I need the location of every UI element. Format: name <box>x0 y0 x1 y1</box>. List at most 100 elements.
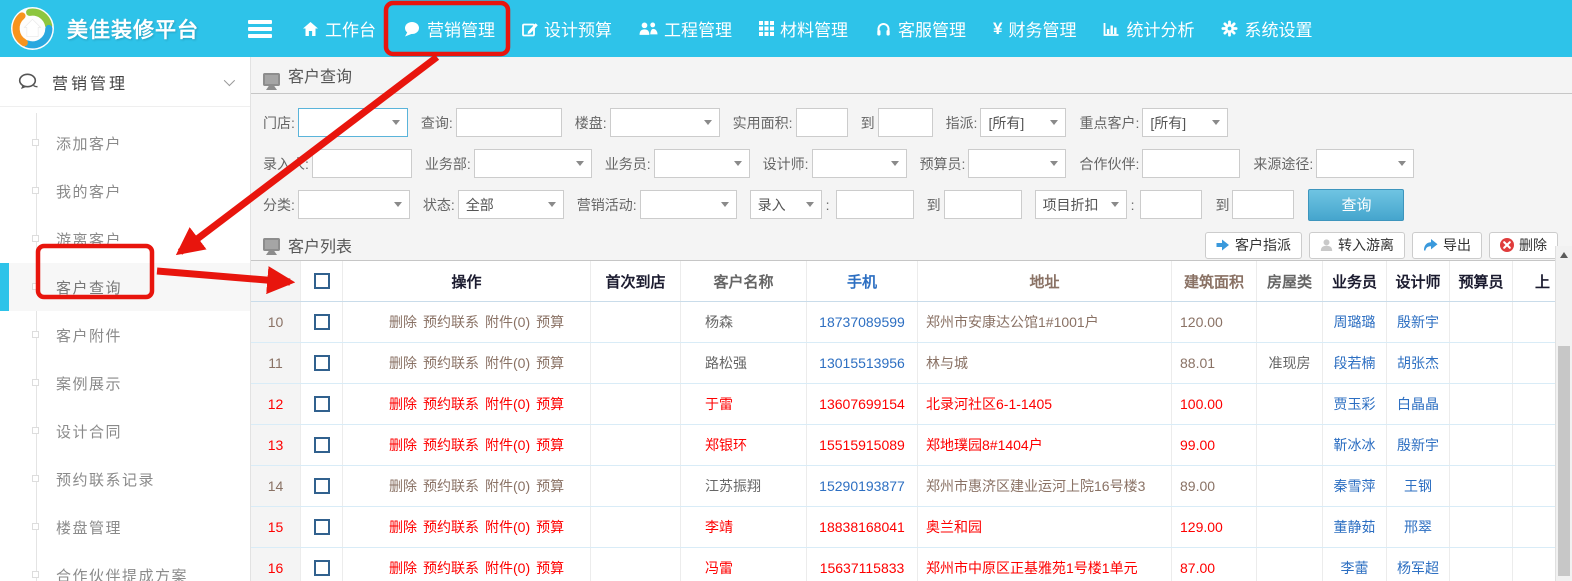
sidebar-item-case-display[interactable]: 案例展示 <box>0 359 250 407</box>
source-select[interactable] <box>1316 149 1414 178</box>
query-input[interactable] <box>456 108 562 137</box>
op-appointment-link[interactable]: 预约联系 <box>423 394 479 414</box>
row-checkbox[interactable] <box>314 560 330 576</box>
op-appointment-link[interactable]: 预约联系 <box>423 476 479 496</box>
op-appointment-link[interactable]: 预约联系 <box>423 558 479 578</box>
date-type-select[interactable]: 录入 <box>750 190 822 219</box>
usable-area-max-input[interactable] <box>878 108 933 137</box>
op-delete-link[interactable]: 删除 <box>389 476 417 496</box>
designer-link[interactable]: 殷新宇 <box>1397 312 1439 332</box>
assign-select[interactable]: [所有] <box>980 108 1066 137</box>
designer-link[interactable]: 邢翠 <box>1404 517 1432 537</box>
op-attachment-link[interactable]: 附件(0) <box>485 353 530 373</box>
search-button[interactable]: 查询 <box>1308 189 1404 221</box>
row-checkbox[interactable] <box>314 437 330 453</box>
op-appointment-link[interactable]: 预约联系 <box>423 353 479 373</box>
salesman-link[interactable]: 靳冰冰 <box>1334 435 1376 455</box>
salesman-link[interactable]: 秦雪萍 <box>1334 476 1376 496</box>
nav-item-finance[interactable]: ¥ 财务管理 <box>993 16 1076 41</box>
op-attachment-link[interactable]: 附件(0) <box>485 517 530 537</box>
nav-item-project[interactable]: 工程管理 <box>639 16 732 41</box>
store-select[interactable] <box>298 108 408 137</box>
scrollbar-thumb[interactable] <box>1558 346 1570 576</box>
sidebar-item-customer-query[interactable]: 客户查询 <box>0 263 250 311</box>
salesman-link[interactable]: 贾玉彩 <box>1334 394 1376 414</box>
nav-item-service[interactable]: 客服管理 <box>875 16 966 41</box>
op-delete-link[interactable]: 删除 <box>389 517 417 537</box>
op-budget-link[interactable]: 预算 <box>536 476 564 496</box>
row-checkbox[interactable] <box>314 355 330 371</box>
row-checkbox[interactable] <box>314 396 330 412</box>
sidebar-item-appointment-records[interactable]: 预约联系记录 <box>0 455 250 503</box>
usable-area-min-input[interactable] <box>796 108 848 137</box>
select-all-checkbox[interactable] <box>314 273 330 289</box>
delete-button[interactable]: 删除 <box>1489 232 1558 259</box>
date-to-input[interactable] <box>944 190 1022 219</box>
op-budget-link[interactable]: 预算 <box>536 558 564 578</box>
vip-select[interactable]: [所有] <box>1142 108 1228 137</box>
discount-from-input[interactable] <box>1140 190 1202 219</box>
op-delete-link[interactable]: 删除 <box>389 312 417 332</box>
op-appointment-link[interactable]: 预约联系 <box>423 312 479 332</box>
dept-select[interactable] <box>474 149 592 178</box>
op-budget-link[interactable]: 预算 <box>536 517 564 537</box>
sidebar-item-add-customer[interactable]: 添加客户 <box>0 119 250 167</box>
op-appointment-link[interactable]: 预约联系 <box>423 517 479 537</box>
sidebar-group-marketing[interactable]: 营销管理 <box>0 57 250 107</box>
partner-input[interactable] <box>1142 149 1240 178</box>
op-delete-link[interactable]: 删除 <box>389 435 417 455</box>
designer-link[interactable]: 殷新宇 <box>1397 435 1439 455</box>
discount-to-input[interactable] <box>1232 190 1294 219</box>
op-delete-link[interactable]: 删除 <box>389 394 417 414</box>
op-attachment-link[interactable]: 附件(0) <box>485 394 530 414</box>
menu-toggle-icon[interactable] <box>248 20 272 38</box>
nav-item-workbench[interactable]: 工作台 <box>302 16 376 41</box>
row-checkbox[interactable] <box>314 314 330 330</box>
sidebar-item-free-customers[interactable]: 游离客户 <box>0 215 250 263</box>
scroll-up-button[interactable] <box>1556 246 1572 263</box>
op-delete-link[interactable]: 删除 <box>389 558 417 578</box>
op-budget-link[interactable]: 预算 <box>536 435 564 455</box>
row-checkbox[interactable] <box>314 478 330 494</box>
designer-link[interactable]: 王钢 <box>1404 476 1432 496</box>
op-appointment-link[interactable]: 预约联系 <box>423 435 479 455</box>
designer-link[interactable]: 胡张杰 <box>1397 353 1439 373</box>
op-attachment-link[interactable]: 附件(0) <box>485 435 530 455</box>
nav-item-design-budget[interactable]: 设计预算 <box>522 16 612 41</box>
op-attachment-link[interactable]: 附件(0) <box>485 476 530 496</box>
op-budget-link[interactable]: 预算 <box>536 312 564 332</box>
sidebar-item-building-management[interactable]: 楼盘管理 <box>0 503 250 551</box>
budgeter-select[interactable] <box>968 149 1066 178</box>
op-delete-link[interactable]: 删除 <box>389 353 417 373</box>
salesman-link[interactable]: 董静茹 <box>1334 517 1376 537</box>
entry-person-input[interactable] <box>312 149 412 178</box>
row-checkbox[interactable] <box>314 519 330 535</box>
salesman-link[interactable]: 李蕾 <box>1341 558 1369 578</box>
nav-item-settings[interactable]: 系统设置 <box>1221 16 1312 41</box>
discount-select[interactable]: 项目折扣 <box>1035 190 1127 219</box>
activity-select[interactable] <box>640 190 737 219</box>
nav-item-material[interactable]: 材料管理 <box>759 16 848 41</box>
op-budget-link[interactable]: 预算 <box>536 353 564 373</box>
salesman-select[interactable] <box>654 149 750 178</box>
sidebar-item-design-contract[interactable]: 设计合同 <box>0 407 250 455</box>
sidebar-item-partner-commission[interactable]: 合作伙伴提成方案 <box>0 551 250 581</box>
op-budget-link[interactable]: 预算 <box>536 394 564 414</box>
nav-item-statistics[interactable]: 统计分析 <box>1103 16 1194 41</box>
sidebar-item-customer-attachments[interactable]: 客户附件 <box>0 311 250 359</box>
category-select[interactable] <box>298 190 410 219</box>
export-button[interactable]: 导出 <box>1412 232 1482 259</box>
status-select[interactable]: 全部 <box>458 190 564 219</box>
salesman-link[interactable]: 周璐璐 <box>1334 312 1376 332</box>
nav-item-marketing[interactable]: 营销管理 <box>403 16 495 41</box>
assign-customer-button[interactable]: 客户指派 <box>1205 232 1302 259</box>
op-attachment-link[interactable]: 附件(0) <box>485 312 530 332</box>
op-attachment-link[interactable]: 附件(0) <box>485 558 530 578</box>
designer-select[interactable] <box>812 149 907 178</box>
building-select[interactable] <box>610 108 720 137</box>
salesman-link[interactable]: 段若楠 <box>1334 353 1376 373</box>
sidebar-item-my-customers[interactable]: 我的客户 <box>0 167 250 215</box>
move-to-free-button[interactable]: 转入游离 <box>1309 232 1405 259</box>
designer-link[interactable]: 杨军超 <box>1397 558 1439 578</box>
date-from-input[interactable] <box>836 190 914 219</box>
